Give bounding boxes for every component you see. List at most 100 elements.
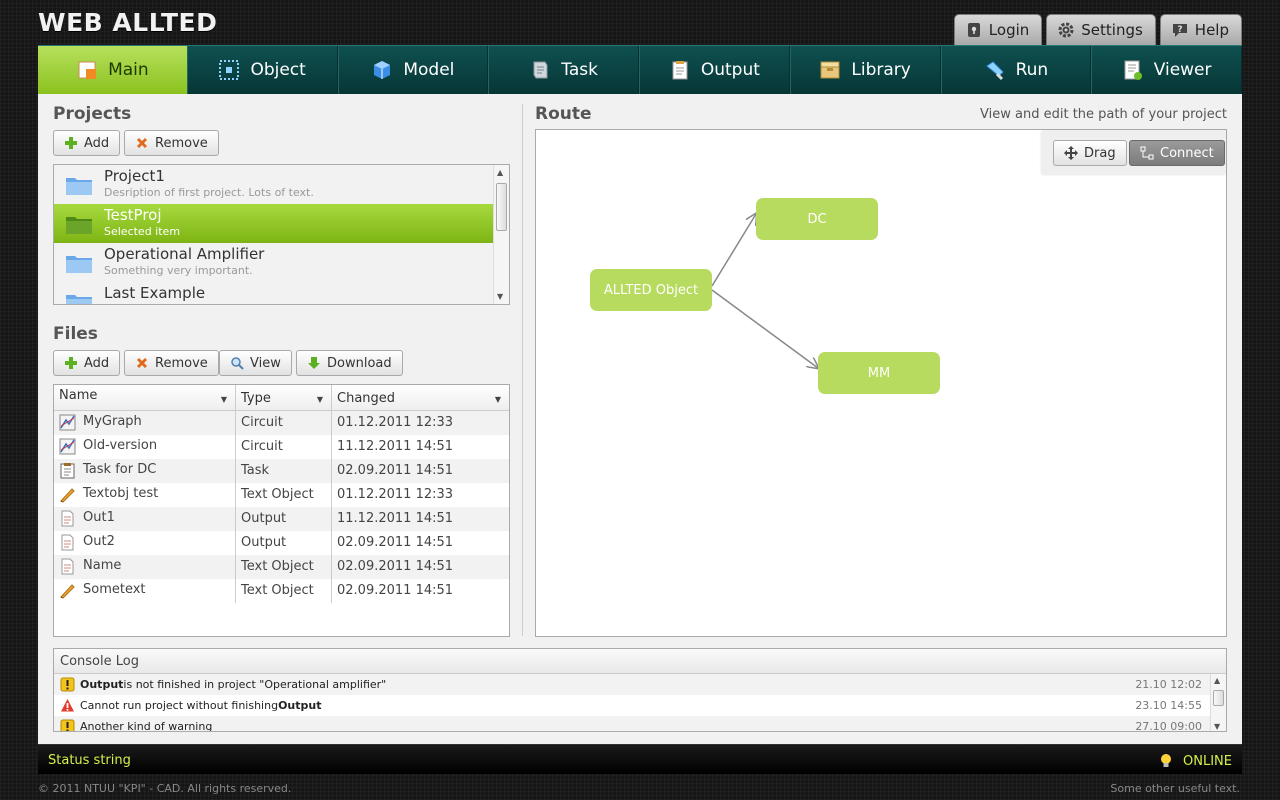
- status-bar: Status string ONLINE: [38, 744, 1242, 774]
- lock-icon: [967, 23, 980, 37]
- route-hint: View and edit the path of your project: [980, 107, 1227, 122]
- cell-type: Task: [236, 459, 332, 483]
- project-item[interactable]: Operational Amplifier Something very imp…: [54, 243, 494, 282]
- node-dc[interactable]: DC: [756, 198, 878, 240]
- library-icon: [820, 61, 840, 79]
- cell-type: Circuit: [236, 411, 332, 435]
- folder-icon: [66, 255, 92, 273]
- column-name[interactable]: Name ▼: [54, 385, 236, 410]
- cell-changed: 11.12.2011 14:51: [337, 439, 454, 454]
- cell-changed: 01.12.2011 12:33: [337, 487, 454, 502]
- tab-object[interactable]: Object: [186, 46, 338, 94]
- sort-caret-icon: ▼: [316, 395, 323, 404]
- error-icon: [61, 699, 74, 712]
- cell-type: Output: [236, 531, 332, 555]
- tab-run[interactable]: Run: [940, 46, 1092, 94]
- scroll-up-icon[interactable]: ▲: [497, 168, 503, 177]
- view-file-label: View: [250, 355, 281, 371]
- cell-changed: 01.12.2011 12:33: [337, 415, 454, 430]
- tab-main[interactable]: Main: [38, 46, 187, 94]
- warning-icon: [60, 719, 75, 731]
- download-icon: [308, 357, 320, 369]
- cell-name: Textobj test: [54, 483, 236, 507]
- column-type[interactable]: Type ▼: [236, 385, 332, 410]
- scroll-down-icon[interactable]: ▼: [1214, 722, 1220, 731]
- cell-type: Text Object: [236, 579, 332, 603]
- files-table-body: MyGraph Circuit 01.12.2011 12:33 Old-versio…: [54, 411, 509, 603]
- remove-project-button[interactable]: Remove: [124, 130, 219, 156]
- output-file-icon: [61, 510, 74, 527]
- table-row[interactable]: MyGraph Circuit 01.12.2011 12:33: [54, 411, 509, 435]
- add-project-button[interactable]: Add: [53, 130, 121, 156]
- tab-library[interactable]: Library: [789, 46, 941, 94]
- scroll-up-icon[interactable]: ▲: [1214, 676, 1220, 685]
- table-row[interactable]: Textobj test Text Object 01.12.2011 12:33: [54, 483, 509, 507]
- route-canvas[interactable]: Drag Connect ALLTED Object DC MM: [535, 129, 1227, 637]
- tab-run-label: Run: [1015, 60, 1049, 80]
- login-button[interactable]: Login: [953, 14, 1043, 45]
- view-file-button[interactable]: View: [219, 350, 292, 376]
- project-item-selected[interactable]: TestProj Selected item: [54, 204, 494, 243]
- connection-status: ONLINE: [1159, 753, 1232, 769]
- download-file-button[interactable]: Download: [296, 350, 403, 376]
- cell-type: Output: [236, 507, 332, 531]
- projects-list: Project1 Desription of first project. Lo…: [53, 164, 510, 305]
- tab-model[interactable]: Model: [337, 46, 489, 94]
- log-entry: Another kind of warning 27.10 09:00: [54, 716, 1226, 731]
- node-allted-object[interactable]: ALLTED Object: [590, 269, 712, 311]
- project-description: Desription of first project. Lots of tex…: [104, 186, 314, 199]
- sort-caret-icon: ▼: [494, 395, 501, 404]
- online-label: ONLINE: [1183, 753, 1232, 769]
- file-name: Out1: [83, 510, 115, 525]
- project-item[interactable]: Last Example: [54, 282, 494, 304]
- folder-icon: [66, 177, 92, 195]
- tab-task[interactable]: Task: [488, 46, 639, 94]
- table-row[interactable]: Task for DC Task 02.09.2011 14:51: [54, 459, 509, 483]
- add-file-label: Add: [84, 355, 110, 371]
- column-changed[interactable]: Changed ▼: [332, 385, 509, 410]
- folder-icon: [66, 294, 92, 304]
- cell-name: Out2: [54, 531, 236, 555]
- help-button[interactable]: ? Help: [1159, 14, 1242, 45]
- add-file-button[interactable]: Add: [53, 350, 121, 376]
- file-name: Task for DC: [83, 462, 157, 477]
- table-row[interactable]: Sometext Text Object 02.09.2011 14:51: [54, 579, 509, 603]
- remove-project-label: Remove: [155, 135, 208, 151]
- pencil-icon: [60, 584, 75, 599]
- projects-scrollbar[interactable]: ▲ ▼: [493, 165, 509, 304]
- scroll-thumb[interactable]: [1213, 690, 1224, 706]
- help-icon: ?: [1172, 24, 1187, 37]
- projects-title: Projects: [53, 104, 132, 124]
- tab-viewer[interactable]: Viewer: [1091, 46, 1242, 94]
- log-time: 23.10 14:55: [1135, 699, 1202, 712]
- output-file-icon: [61, 534, 74, 551]
- route-title: Route: [535, 104, 592, 124]
- table-row[interactable]: Out2 Output 02.09.2011 14:51: [54, 531, 509, 555]
- table-row[interactable]: Old-version Circuit 11.12.2011 14:51: [54, 435, 509, 459]
- node-mm[interactable]: MM: [818, 352, 940, 394]
- console-scrollbar[interactable]: ▲ ▼: [1210, 674, 1226, 731]
- cell-changed: 02.09.2011 14:51: [337, 559, 454, 574]
- log-entry: Cannot run project without finishing Out…: [54, 695, 1226, 716]
- add-project-label: Add: [84, 135, 110, 151]
- folder-icon: [66, 216, 92, 234]
- cell-name: Task for DC: [54, 459, 236, 483]
- edge-object-mm: [711, 289, 818, 368]
- cell-name: Old-version: [54, 435, 236, 459]
- file-name: Old-version: [83, 438, 158, 453]
- project-name: Last Example: [104, 284, 206, 302]
- cell-changed: 11.12.2011 14:51: [337, 511, 454, 526]
- scroll-down-icon[interactable]: ▼: [497, 292, 503, 301]
- tab-output[interactable]: Output: [639, 46, 790, 94]
- panel-divider: [522, 104, 523, 636]
- settings-button[interactable]: Settings: [1046, 14, 1156, 45]
- remove-file-label: Remove: [155, 355, 208, 371]
- status-string: Status string: [48, 753, 131, 768]
- plus-icon: [65, 137, 77, 149]
- table-row[interactable]: Out1 Output 11.12.2011 14:51: [54, 507, 509, 531]
- remove-file-button[interactable]: Remove: [124, 350, 219, 376]
- project-item[interactable]: Project1 Desription of first project. Lo…: [54, 165, 494, 204]
- scroll-thumb[interactable]: [496, 183, 507, 231]
- cell-changed: 02.09.2011 14:51: [337, 535, 454, 550]
- table-row[interactable]: Name Text Object 02.09.2011 14:51: [54, 555, 509, 579]
